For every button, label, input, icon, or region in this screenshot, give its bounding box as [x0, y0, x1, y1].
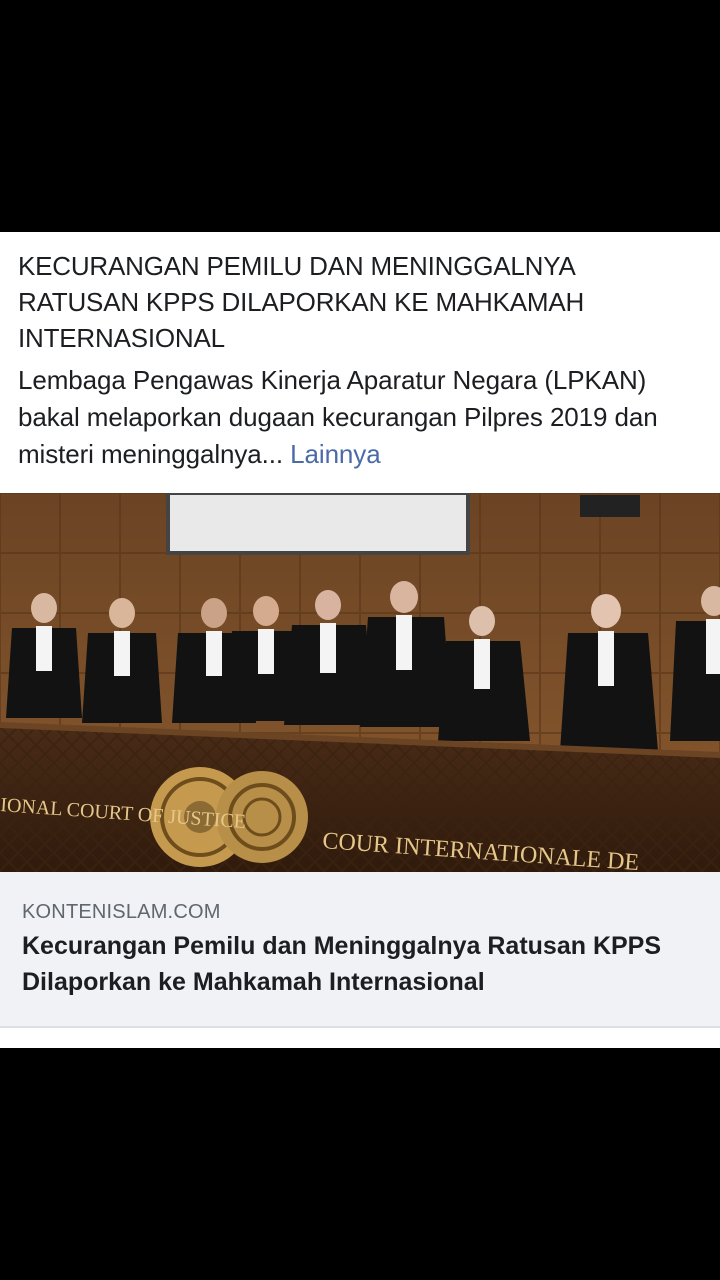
link-domain: KONTENISLAM.COM — [22, 901, 221, 923]
courtroom-photo: IONAL COURT OF JUSTICE COUR INTERNATIONA… — [0, 493, 720, 872]
link-title: Kecurangan Pemilu dan Meninggalnya Ratus… — [22, 932, 662, 996]
post-body: Lembaga Pengawas Kinerja Aparatur Negara… — [18, 362, 702, 473]
top-letterbox — [0, 0, 720, 232]
see-more-link[interactable]: Lainnya — [290, 439, 380, 469]
link-preview-box[interactable]: KONTENISLAM.COM Kecurangan Pemilu dan Me… — [0, 872, 720, 1028]
link-preview-image[interactable]: IONAL COURT OF JUSTICE COUR INTERNATIONA… — [0, 493, 720, 872]
post-headline: KECURANGAN PEMILU DAN MENINGGALNYA RATUS… — [18, 251, 585, 353]
post-card: KECURANGAN PEMILU DAN MENINGGALNYA RATUS… — [0, 232, 720, 1048]
post-text: KECURANGAN PEMILU DAN MENINGGALNYA RATUS… — [0, 232, 720, 473]
